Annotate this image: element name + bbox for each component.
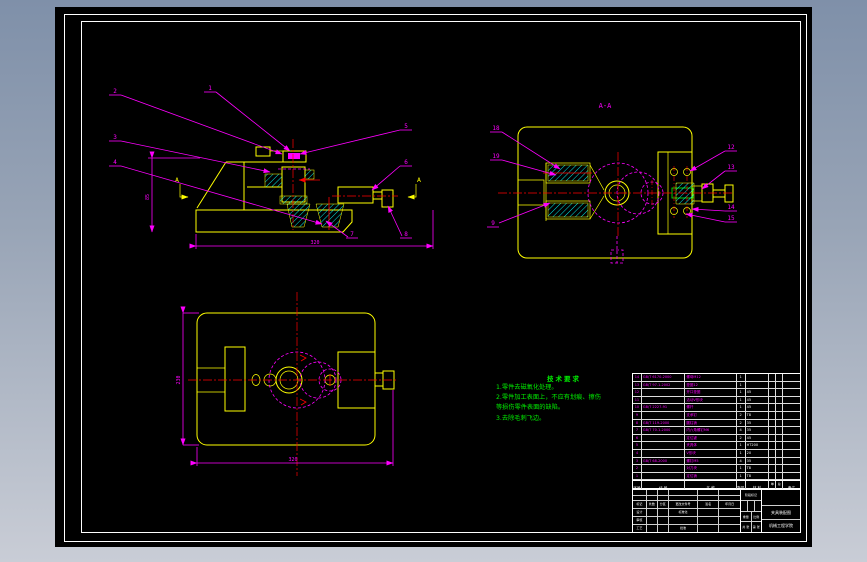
title-block-revision-grid: 标记 处数 分区 更改文件号 签名 年月日 设计 标准化 审核 工艺 批准 — [633, 490, 741, 532]
drawing-org: 机械工程学院 — [769, 523, 793, 528]
notes-line: 1.零件去磁氧化处理。 — [496, 384, 558, 391]
bom-row: 1 定位销 1 T8 — [633, 472, 800, 481]
bom-row: 14 GB/T 6170-2000 螺母M12 1 — [633, 374, 800, 382]
title-block: 标记 处数 分区 更改文件号 签名 年月日 设计 标准化 审核 工艺 批准 阶段… — [632, 489, 801, 533]
notes-line: 2.零件加工表面上，不应有划痕、擦伤 — [496, 394, 601, 402]
notes-title: 技术要求 — [547, 375, 581, 383]
bom-row: 9 支承钉 2 T8 — [633, 411, 800, 420]
bom-row: 8 GB/T 119-2000 圆柱销 2 35 — [633, 419, 800, 428]
bom-row: 6 定位键 2 45 — [633, 434, 800, 443]
bom-row: 12 开口垫圈 1 45 — [633, 389, 800, 397]
bom-row: 3 GB/T 68-2000 螺钉M5 4 35 — [633, 457, 800, 466]
bom-rows: 14 GB/T 6170-2000 螺母M12 1 13 GB/T 97.1-2… — [633, 374, 800, 481]
bom-row: 13 GB/T 97.1-2002 垫圈12 1 — [633, 381, 800, 390]
notes-line: 3.去除毛刺飞边。 — [496, 414, 546, 422]
bom-row: 5 夹具体 1 HT200 — [633, 442, 800, 450]
drawing-name: 夹具装配图 — [762, 506, 800, 520]
bom-row: 11 活动V形块 1 45 — [633, 396, 800, 405]
title-block-name-column: 夹具装配图 机械工程学院 — [762, 490, 800, 532]
technical-notes: 技术要求 1.零件去磁氧化处理。 2.零件加工表面上，不应有划痕、擦伤 等损伤零… — [496, 373, 632, 424]
bom-row: 4 V形块 1 20 — [633, 449, 800, 458]
cad-viewport: A A 1 2 3 4 5 6 7 8 85 320 A-A 18 19 9 1… — [0, 0, 867, 562]
title-block-stage-column: 阶段标记 重量 比例 共 张 第 张 — [741, 490, 762, 532]
bom-row: 2 对刀块 1 T8 — [633, 465, 800, 473]
bom-table: 14 GB/T 6170-2000 螺母M12 1 13 GB/T 97.1-2… — [632, 373, 801, 500]
bom-row: 7 GB/T 70.1-2000 内六角螺钉M6 4 35 — [633, 427, 800, 435]
notes-line: 等损伤零件表面的缺陷。 — [496, 404, 565, 412]
bom-row: 10 GB/T 2227-91 螺杆 1 45 — [633, 404, 800, 412]
